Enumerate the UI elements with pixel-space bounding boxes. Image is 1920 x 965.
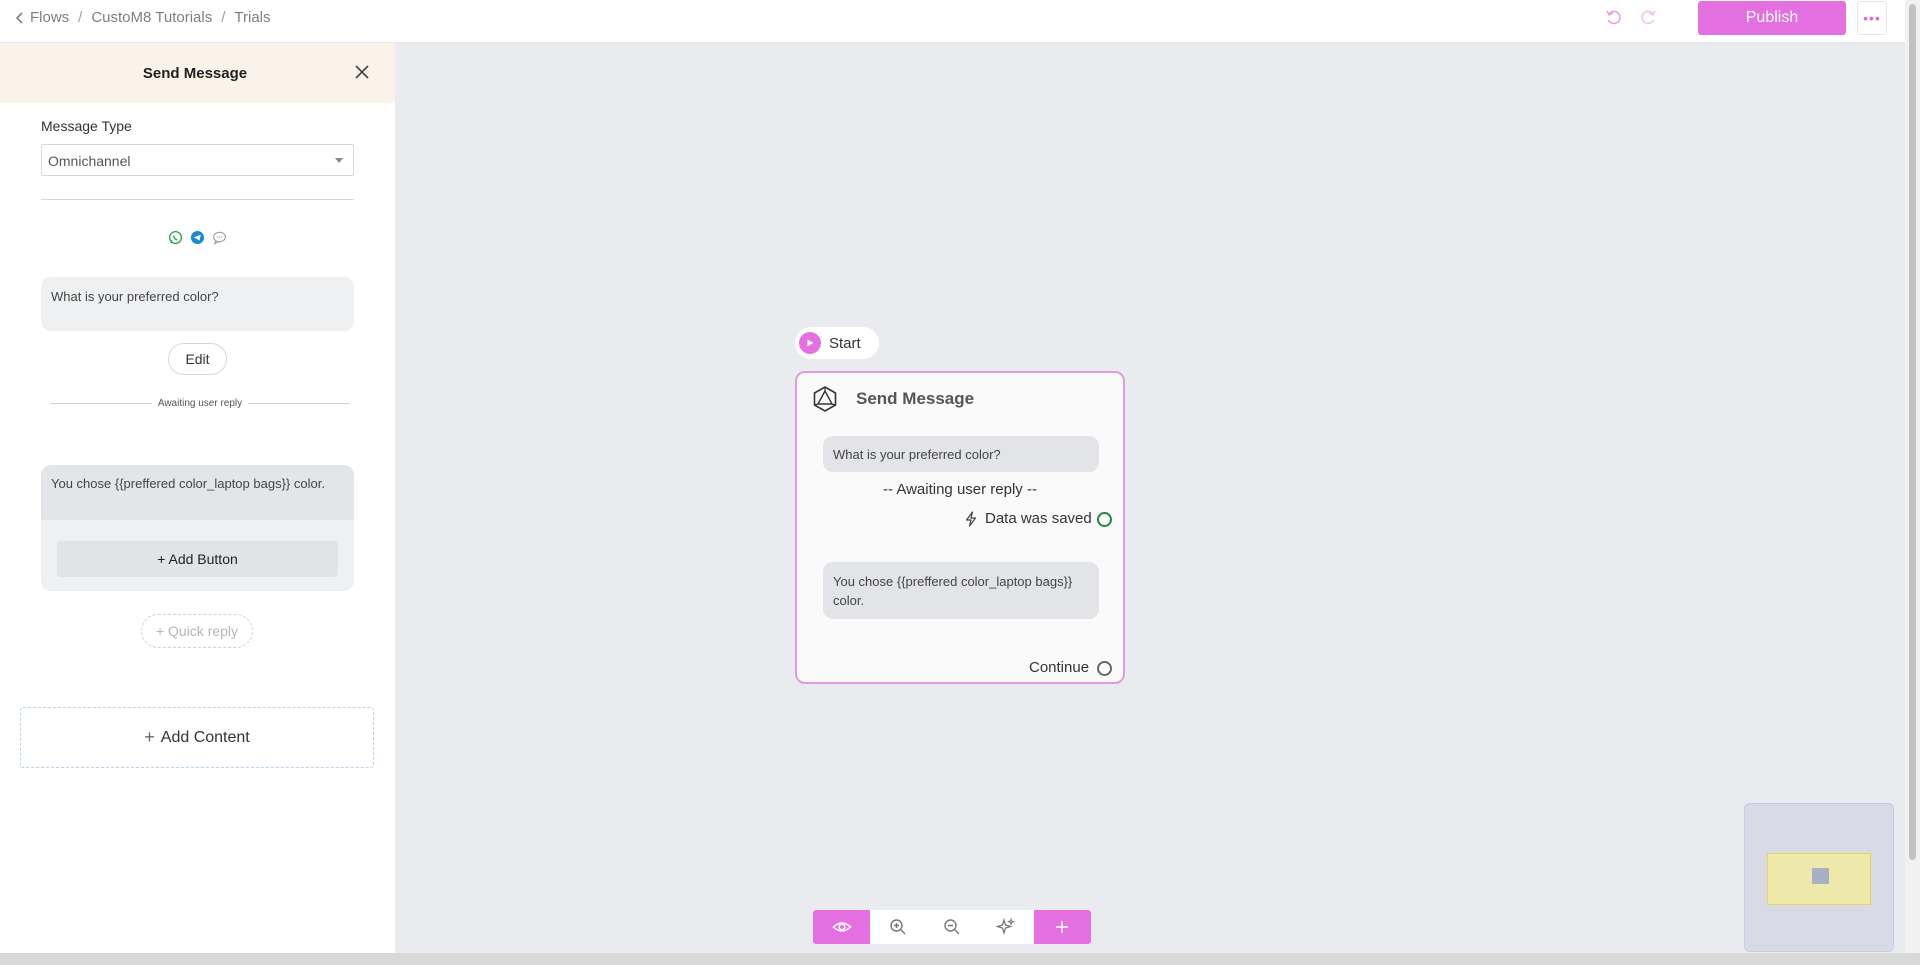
hexagon-logo-icon bbox=[813, 386, 837, 412]
edit-button[interactable]: Edit bbox=[168, 343, 227, 375]
zoom-in-icon bbox=[889, 919, 906, 935]
vertical-scrollbar[interactable] bbox=[1905, 0, 1920, 955]
add-content-button[interactable]: + Add Content bbox=[20, 707, 374, 768]
plus-icon: + bbox=[144, 727, 155, 747]
undo-redo-group bbox=[1604, 8, 1658, 28]
minimap-node bbox=[1812, 868, 1829, 884]
send-message-node[interactable]: Send Message What is your preferred colo… bbox=[795, 371, 1125, 684]
awaiting-user-reply-divider: Awaiting user reply bbox=[50, 398, 350, 409]
publish-button[interactable]: Publish bbox=[1698, 1, 1846, 35]
play-icon bbox=[799, 332, 821, 354]
reply-message-card: You chose {{preffered color_laptop bags}… bbox=[41, 465, 354, 591]
minimap-viewport[interactable] bbox=[1767, 853, 1871, 905]
lightning-icon bbox=[965, 510, 977, 527]
divider bbox=[41, 199, 354, 200]
breadcrumb-separator: / bbox=[78, 9, 83, 26]
breadcrumb-flows[interactable]: Flows bbox=[30, 9, 69, 26]
node-question-bubble: What is your preferred color? bbox=[823, 436, 1099, 472]
channel-icons bbox=[168, 230, 227, 245]
zoom-in-button[interactable] bbox=[870, 910, 924, 944]
node-title: Send Message bbox=[856, 389, 975, 408]
question-message-bubble[interactable]: What is your preferred color? bbox=[41, 277, 354, 331]
breadcrumb: Flows / CustoM8 Tutorials / Trials bbox=[12, 9, 271, 26]
telegram-icon[interactable] bbox=[190, 230, 205, 245]
side-panel: Send Message Message Type Omnichannel Wh… bbox=[0, 43, 395, 953]
chevron-left-icon[interactable] bbox=[12, 10, 28, 26]
chat-icon[interactable] bbox=[212, 230, 227, 245]
add-node-button[interactable] bbox=[1033, 910, 1091, 944]
start-label: Start bbox=[829, 334, 861, 352]
minimap[interactable] bbox=[1744, 803, 1894, 952]
eye-icon bbox=[832, 922, 852, 932]
breadcrumb-trials: Trials bbox=[234, 9, 271, 26]
add-button-button[interactable]: + Add Button bbox=[57, 541, 338, 577]
undo-icon[interactable] bbox=[1604, 8, 1624, 28]
message-type-label: Message Type bbox=[41, 118, 132, 134]
scrollbar-thumb[interactable] bbox=[1909, 4, 1916, 860]
awaiting-user-reply-label: Awaiting user reply bbox=[157, 398, 243, 409]
message-type-select[interactable]: Omnichannel bbox=[41, 144, 354, 176]
canvas-toolbar bbox=[813, 910, 1091, 944]
data-saved-connector[interactable] bbox=[1097, 512, 1112, 527]
continue-label: Continue bbox=[1029, 659, 1090, 676]
data-saved-row: Data was saved bbox=[963, 510, 1092, 527]
add-content-label: Add Content bbox=[160, 728, 250, 746]
bottom-edge bbox=[0, 953, 1920, 965]
flow-canvas[interactable] bbox=[395, 43, 1905, 953]
node-reply-bubble: You chose {{preffered color_laptop bags}… bbox=[823, 562, 1099, 619]
auto-layout-button[interactable] bbox=[979, 910, 1033, 944]
top-bar: Flows / CustoM8 Tutorials / Trials Publi… bbox=[0, 0, 1905, 43]
start-node[interactable]: Start bbox=[795, 327, 879, 359]
whatsapp-icon[interactable] bbox=[168, 230, 183, 245]
divider-line bbox=[50, 403, 152, 404]
zoom-out-button[interactable] bbox=[925, 910, 979, 944]
breadcrumb-tutorials[interactable]: CustoM8 Tutorials bbox=[91, 9, 212, 26]
more-options-button[interactable]: ••• bbox=[1857, 1, 1887, 35]
reply-message-text[interactable]: You chose {{preffered color_laptop bags}… bbox=[41, 465, 354, 520]
quick-reply-button[interactable]: + Quick reply bbox=[141, 614, 253, 648]
continue-connector[interactable] bbox=[1097, 661, 1112, 676]
node-awaiting-label: -- Awaiting user reply -- bbox=[883, 481, 1037, 498]
preview-button[interactable] bbox=[813, 910, 871, 944]
breadcrumb-separator: / bbox=[221, 9, 226, 26]
message-type-value: Omnichannel bbox=[48, 153, 131, 169]
plus-icon bbox=[1056, 921, 1069, 933]
redo-icon[interactable] bbox=[1638, 8, 1658, 28]
sparkles-icon bbox=[996, 917, 1016, 936]
zoom-out-icon bbox=[944, 919, 960, 935]
data-saved-label: Data was saved bbox=[985, 510, 1092, 527]
panel-header: Send Message bbox=[0, 43, 395, 103]
caret-down-icon bbox=[335, 158, 343, 163]
close-icon[interactable] bbox=[352, 62, 372, 82]
divider-line bbox=[248, 403, 350, 404]
panel-title: Send Message bbox=[142, 65, 248, 82]
